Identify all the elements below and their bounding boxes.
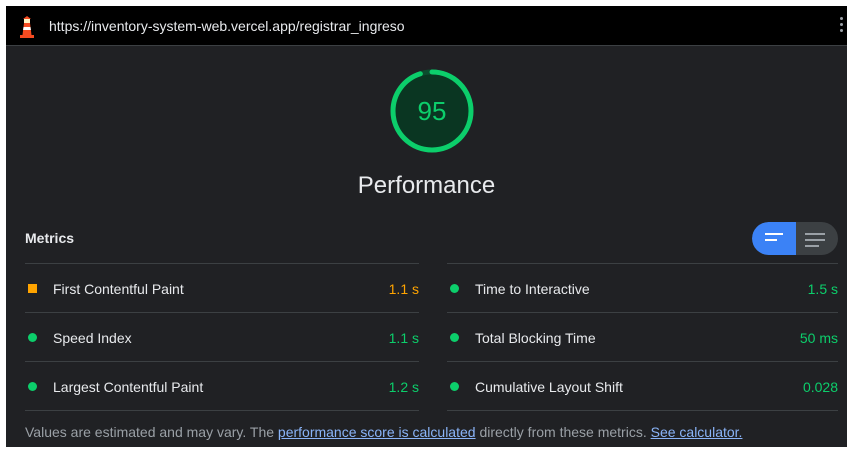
metric-time-to-interactive: Time to Interactive 1.5 s	[447, 264, 838, 312]
pass-circle-icon	[450, 382, 459, 391]
metric-cumulative-layout-shift: Cumulative Layout Shift 0.028	[447, 362, 838, 410]
metric-value: 1.1 s	[388, 330, 419, 346]
metric-name: Speed Index	[53, 330, 132, 346]
pass-circle-icon	[28, 333, 37, 342]
lighthouse-icon	[20, 16, 34, 38]
footer-note: Values are estimated and may vary. The p…	[25, 424, 742, 440]
metric-name: Time to Interactive	[475, 281, 590, 297]
metric-first-contentful-paint: First Contentful Paint 1.1 s	[25, 264, 419, 312]
performance-score: 95	[417, 96, 447, 126]
footer-text: Values are estimated and may vary. The	[25, 424, 278, 440]
metric-divider	[447, 410, 838, 411]
metric-divider	[25, 410, 419, 411]
pass-circle-icon	[450, 284, 459, 293]
metrics-heading: Metrics	[25, 230, 75, 246]
average-square-icon	[28, 284, 37, 293]
kebab-menu-icon[interactable]	[837, 17, 845, 37]
compact-view-button[interactable]	[752, 222, 796, 255]
metric-value: 1.5 s	[807, 281, 838, 297]
metrics-view-toggle[interactable]	[752, 222, 838, 255]
score-calculated-link[interactable]: performance score is calculated	[278, 424, 476, 440]
address-bar: https://inventory-system-web.vercel.app/…	[6, 6, 847, 46]
metric-name: First Contentful Paint	[53, 281, 184, 297]
metric-name: Largest Contentful Paint	[53, 379, 204, 395]
metric-speed-index: Speed Index 1.1 s	[25, 313, 419, 361]
metric-name: Total Blocking Time	[475, 330, 596, 346]
metric-value: 0.028	[802, 379, 838, 395]
expanded-view-button[interactable]	[796, 222, 838, 255]
metric-value: 1.2 s	[388, 379, 419, 395]
see-calculator-link[interactable]: See calculator.	[651, 424, 743, 440]
category-title: Performance	[357, 172, 496, 199]
metric-value: 50 ms	[799, 330, 838, 346]
metric-largest-contentful-paint: Largest Contentful Paint 1.2 s	[25, 362, 419, 410]
compact-view-icon	[765, 233, 783, 245]
metric-name: Cumulative Layout Shift	[475, 379, 623, 395]
expanded-view-icon	[805, 233, 825, 251]
footer-text: directly from these metrics.	[475, 424, 651, 440]
pass-circle-icon	[28, 382, 37, 391]
metric-total-blocking-time: Total Blocking Time 50 ms	[447, 313, 838, 361]
metric-value: 1.1 s	[388, 281, 419, 297]
page-url[interactable]: https://inventory-system-web.vercel.app/…	[49, 18, 405, 34]
pass-circle-icon	[450, 333, 459, 342]
report-frame: https://inventory-system-web.vercel.app/…	[6, 6, 847, 447]
